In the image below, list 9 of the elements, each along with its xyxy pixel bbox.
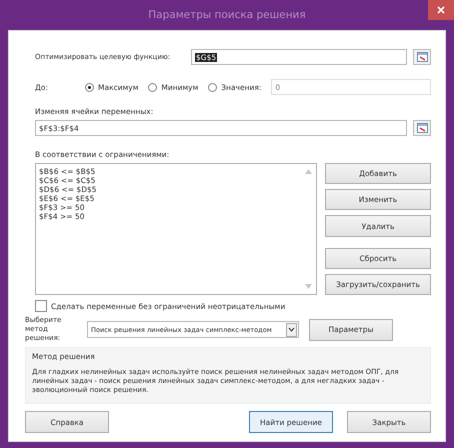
- radio-button[interactable]: [208, 82, 218, 92]
- radio-button[interactable]: [148, 82, 158, 92]
- radio-button[interactable]: [85, 82, 94, 92]
- window-title: Параметры поиска решения: [148, 9, 306, 21]
- range-select-icon[interactable]: [413, 120, 431, 136]
- close-button[interactable]: [428, 0, 454, 20]
- close-icon: [437, 6, 445, 14]
- range-select-icon[interactable]: [413, 49, 431, 65]
- caret-icon: [286, 322, 297, 336]
